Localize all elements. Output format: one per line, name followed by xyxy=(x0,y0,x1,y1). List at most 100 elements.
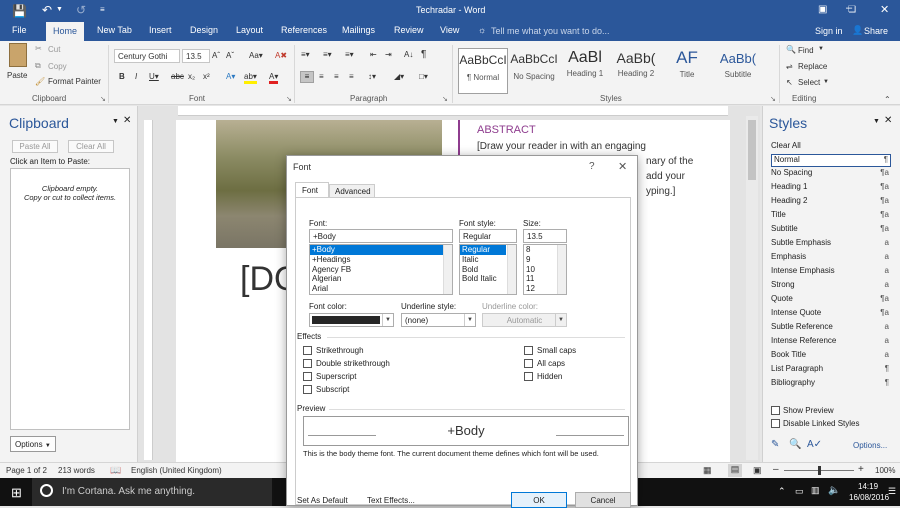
increase-indent-icon[interactable]: ⇥ xyxy=(385,50,392,59)
bold-icon[interactable]: B xyxy=(119,72,125,81)
volume-icon[interactable]: 🔈 xyxy=(828,485,840,496)
style-item-intense-reference[interactable]: Intense Reference a xyxy=(771,336,891,349)
font-style-option[interactable]: Regular xyxy=(460,245,506,255)
style-title[interactable]: AF Title xyxy=(662,48,712,94)
tab-design[interactable]: Design xyxy=(190,25,218,35)
style-item-clear-all[interactable]: Clear All xyxy=(771,141,891,154)
style-item-intense-quote[interactable]: Intense Quote ¶a xyxy=(771,308,891,321)
clipboard-launcher-icon[interactable]: ↘ xyxy=(100,95,106,103)
close-icon[interactable]: ✕ xyxy=(884,115,892,126)
strikethrough-icon[interactable]: abc xyxy=(171,72,184,81)
share-button[interactable]: Share xyxy=(864,26,888,36)
style-item-normal[interactable]: Normal ¶ xyxy=(771,154,891,167)
style-subtitle[interactable]: AaBb(Subtitle xyxy=(713,48,763,94)
borders-icon[interactable]: □▾ xyxy=(419,72,428,81)
style-item-strong[interactable]: Strong a xyxy=(771,280,891,293)
restore-button[interactable]: ❏ xyxy=(848,4,856,15)
paragraph-launcher-icon[interactable]: ↘ xyxy=(442,95,448,103)
find-dropdown-icon[interactable]: ▼ xyxy=(818,46,824,52)
sign-in-link[interactable]: Sign in xyxy=(815,26,843,36)
font-option[interactable]: Arial xyxy=(310,284,452,294)
all-caps-checkbox[interactable] xyxy=(524,359,533,368)
battery-icon[interactable]: ▭ xyxy=(795,486,804,497)
pane-options-icon[interactable]: ▼ xyxy=(112,118,119,125)
style-normal[interactable]: AaBbCcI ¶ Normal xyxy=(458,48,508,94)
style-item-subtle-reference[interactable]: Subtle Reference a xyxy=(771,322,891,335)
styles-launcher-icon[interactable]: ↘ xyxy=(770,95,776,103)
shading-icon[interactable]: ◢▾ xyxy=(394,72,404,81)
tell-me-box[interactable]: Tell me what you want to do... xyxy=(491,26,610,36)
small-caps-checkbox[interactable] xyxy=(524,346,533,355)
font-size-list[interactable]: 8 9 10 11 12 xyxy=(523,244,567,295)
paste-button[interactable]: Paste xyxy=(7,71,27,80)
style-item-subtle-emphasis[interactable]: Subtle Emphasis a xyxy=(771,238,891,251)
zoom-slider-thumb[interactable] xyxy=(818,466,821,475)
font-option[interactable]: Algerian xyxy=(310,274,452,284)
save-icon[interactable]: 💾 xyxy=(12,4,27,18)
subscript-checkbox[interactable] xyxy=(303,385,312,394)
tab-layout[interactable]: Layout xyxy=(236,25,263,35)
sort-icon[interactable]: A↓ xyxy=(404,50,413,59)
cortana-search-box[interactable]: I'm Cortana. Ask me anything. xyxy=(32,478,272,506)
redo-icon[interactable]: ↺ xyxy=(76,3,86,17)
style-item-bibliography[interactable]: Bibliography ¶ xyxy=(771,378,891,391)
disable-linked-styles-checkbox[interactable] xyxy=(771,419,780,428)
paste-all-button[interactable]: Paste All xyxy=(12,140,58,153)
underline-icon[interactable]: U▾ xyxy=(149,72,159,81)
clipboard-options-button[interactable]: Options ▼ xyxy=(10,436,56,452)
tab-insert[interactable]: Insert xyxy=(149,25,172,35)
clock-date[interactable]: 16/08/2016 xyxy=(849,493,889,502)
tab-font[interactable]: Font xyxy=(295,182,329,198)
line-spacing-icon[interactable]: ↕▾ xyxy=(368,72,376,81)
font-size-field[interactable]: 13.5 xyxy=(523,229,567,243)
tab-home[interactable]: Home xyxy=(46,22,85,41)
hidden-checkbox[interactable] xyxy=(524,372,533,381)
replace-icon[interactable]: ⇌ xyxy=(786,62,793,71)
double-strikethrough-checkbox[interactable] xyxy=(303,359,312,368)
scrollbar-thumb[interactable] xyxy=(748,120,756,180)
grow-font-icon[interactable]: Aˆ xyxy=(212,51,220,60)
clear-all-button[interactable]: Clear All xyxy=(68,140,114,153)
tab-new-tab[interactable]: New Tab xyxy=(97,25,132,35)
superscript-checkbox[interactable] xyxy=(303,372,312,381)
styles-options-link[interactable]: Options... xyxy=(853,441,887,450)
notifications-icon[interactable]: ☰ xyxy=(888,486,896,497)
manage-styles-icon[interactable]: A✓ xyxy=(807,439,822,450)
font-color-icon[interactable]: A▾ xyxy=(269,72,279,84)
style-inspector-icon[interactable]: 🔍 xyxy=(789,439,801,450)
vertical-scrollbar[interactable] xyxy=(746,116,758,460)
style-item-heading-1[interactable]: Heading 1 ¶a xyxy=(771,182,891,195)
style-item-no-spacing[interactable]: No Spacing ¶a xyxy=(771,168,891,181)
network-icon[interactable]: ▥ xyxy=(811,485,820,496)
font-option[interactable]: +Headings xyxy=(310,255,452,265)
set-as-default-button[interactable]: Set As Default xyxy=(297,496,348,505)
zoom-out-icon[interactable]: – xyxy=(773,464,779,475)
change-case-icon[interactable]: Aa▾ xyxy=(249,51,263,60)
text-effects-icon[interactable]: A▾ xyxy=(226,72,235,81)
style-item-emphasis[interactable]: Emphasis a xyxy=(771,252,891,265)
read-mode-icon[interactable]: ▦ xyxy=(703,465,712,476)
tab-view[interactable]: View xyxy=(440,25,459,35)
decrease-indent-icon[interactable]: ⇤ xyxy=(370,50,377,59)
align-right-icon[interactable]: ≡ xyxy=(334,72,339,81)
style-no-spacing[interactable]: AaBbCcI No Spacing xyxy=(509,48,559,94)
italic-icon[interactable]: I xyxy=(135,72,137,81)
underline-style-dropdown[interactable]: (none) ▼ xyxy=(401,313,476,327)
tab-advanced[interactable]: Advanced xyxy=(329,184,375,198)
font-name-combo[interactable]: Century Gothi xyxy=(114,49,180,63)
font-style-field[interactable]: Regular xyxy=(459,229,517,243)
highlight-icon[interactable]: ab▾ xyxy=(244,72,257,84)
close-icon[interactable]: ✕ xyxy=(618,160,627,173)
font-size-combo[interactable]: 13.5 xyxy=(182,49,210,63)
font-style-scrollbar[interactable] xyxy=(507,245,516,294)
tab-review[interactable]: Review xyxy=(394,25,424,35)
show-marks-icon[interactable]: ¶ xyxy=(421,49,426,60)
superscript-icon[interactable]: x² xyxy=(203,72,210,81)
language-status[interactable]: English (United Kingdom) xyxy=(131,466,222,475)
clear-formatting-icon[interactable]: A✖ xyxy=(275,51,287,60)
align-left-icon[interactable]: ≡ xyxy=(300,71,314,83)
subscript-icon[interactable]: x₂ xyxy=(188,72,195,81)
style-item-quote[interactable]: Quote ¶a xyxy=(771,294,891,307)
align-center-icon[interactable]: ≡ xyxy=(319,72,324,81)
clock-time[interactable]: 14:19 xyxy=(858,482,878,491)
